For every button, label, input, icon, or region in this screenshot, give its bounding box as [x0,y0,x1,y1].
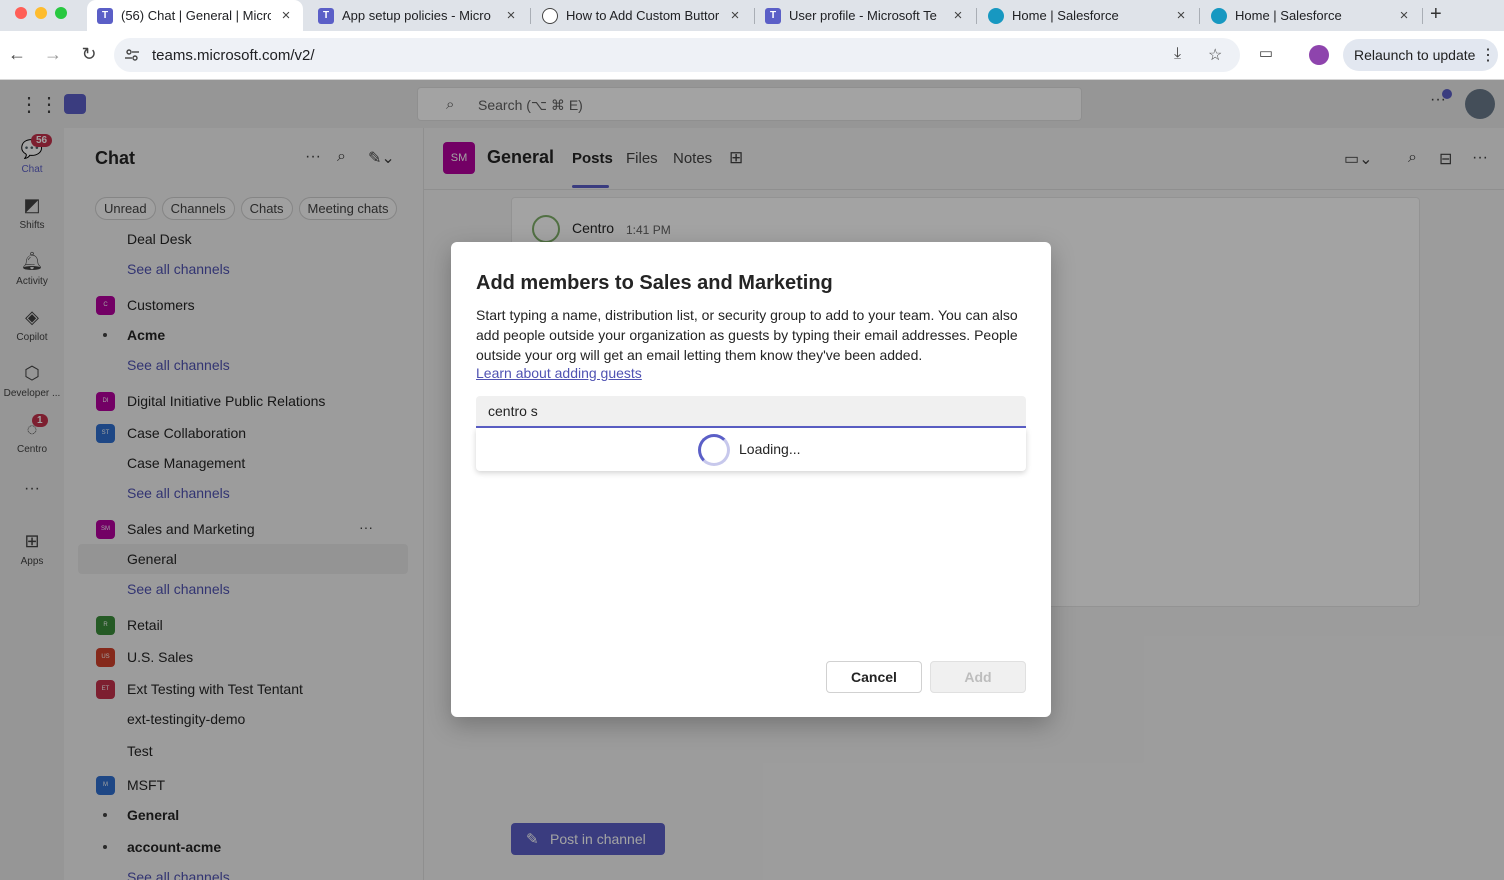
browser-tab-salesforce-2[interactable]: Home | Salesforce × [1201,0,1421,31]
install-app-icon[interactable]: ⤓ [1174,45,1181,63]
browser-tab-bar: T (56) Chat | General | Micro × T App se… [0,0,1504,31]
add-button[interactable]: Add [930,661,1026,693]
browser-toolbar: ← → ↻ teams.microsoft.com/v2/ ⤓ ☆ ▭ Rela… [0,31,1504,80]
browser-tab-teams-chat[interactable]: T (56) Chat | General | Micro × [87,0,303,31]
reload-icon[interactable]: ↻ [78,44,100,65]
learn-guests-link[interactable]: Learn about adding guests [476,365,642,381]
browser-menu-icon[interactable]: ⋮ [1480,45,1496,65]
close-tab-icon[interactable]: × [1397,7,1411,24]
loading-text: Loading... [739,441,801,457]
member-search-input[interactable] [476,396,1026,428]
close-tab-icon[interactable]: × [504,7,518,24]
dialog-title: Add members to Sales and Marketing [476,272,833,294]
loading-spinner-icon [698,434,730,466]
close-tab-icon[interactable]: × [951,7,965,24]
browser-tab-salesforce-1[interactable]: Home | Salesforce × [978,0,1198,31]
salesforce-icon [988,7,1004,24]
zoom-window-button[interactable] [55,7,67,19]
close-tab-icon[interactable]: × [279,7,293,24]
close-tab-icon[interactable]: × [1174,7,1188,24]
url-text: teams.microsoft.com/v2/ [152,47,315,64]
teams-icon: T [318,7,334,24]
relaunch-button[interactable]: Relaunch to update ⋮ [1343,39,1498,71]
close-tab-icon[interactable]: × [728,7,742,24]
salesforce-icon [1211,7,1227,24]
add-members-dialog: Add members to Sales and Marketing Start… [451,242,1051,717]
address-bar[interactable]: teams.microsoft.com/v2/ ⤓ ☆ [114,38,1240,72]
bookmark-star-icon[interactable]: ☆ [1208,45,1222,65]
dialog-description: Start typing a name, distribution list, … [476,307,1018,363]
teams-icon: T [97,7,113,24]
browser-tab-app-setup[interactable]: T App setup policies - Micro × [308,0,528,31]
cast-icon[interactable]: ▭ [1255,44,1277,62]
back-arrow-icon[interactable]: ← [6,44,28,65]
teams-icon: T [765,7,781,24]
forward-arrow-icon[interactable]: → [42,44,64,65]
cancel-button[interactable]: Cancel [826,661,922,693]
globe-icon [542,7,558,24]
browser-tab-custom-button[interactable]: How to Add Custom Buttor × [532,0,752,31]
site-settings-icon[interactable] [124,47,140,63]
search-results-dropdown: Loading... [476,428,1026,471]
browser-tab-user-profile[interactable]: T User profile - Microsoft Te × [755,0,975,31]
new-tab-button[interactable]: + [1430,3,1442,26]
profile-avatar[interactable] [1309,45,1329,65]
minimize-window-button[interactable] [35,7,47,19]
close-window-button[interactable] [15,7,27,19]
